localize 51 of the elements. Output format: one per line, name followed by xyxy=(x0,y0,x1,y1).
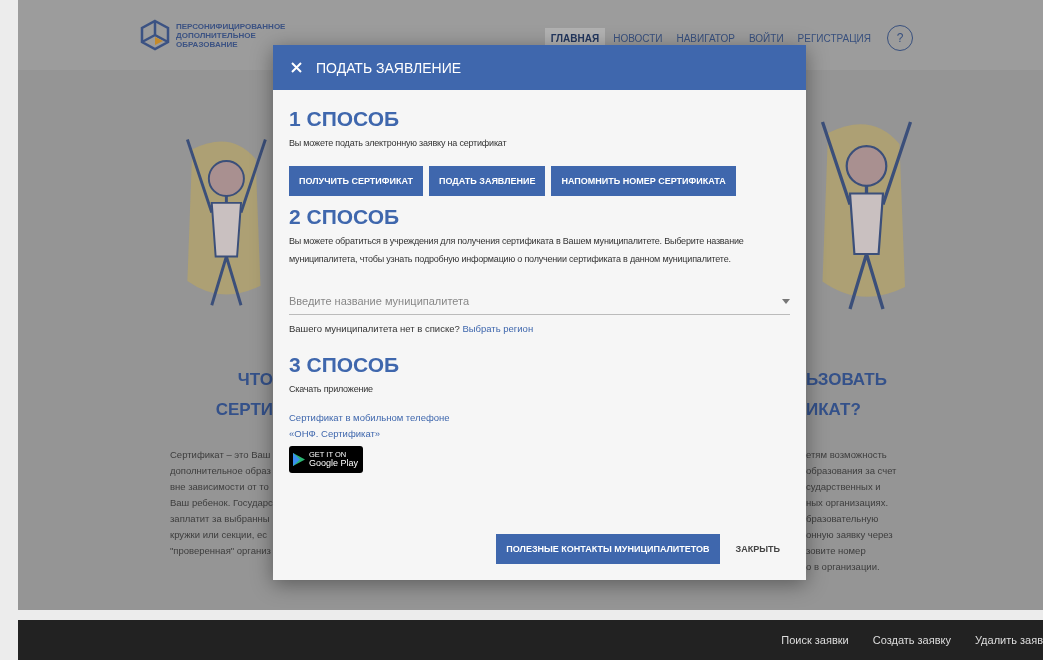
dropdown-caret-icon xyxy=(782,298,790,304)
action-button[interactable]: НАПОМНИТЬ НОМЕР СЕРТИФИКАТА xyxy=(551,166,736,196)
nav-link[interactable]: НОВОСТИ xyxy=(607,27,669,49)
logo-text: ДОПОЛНИТЕЛЬНОЕ xyxy=(176,30,256,40)
footer-link[interactable]: Удалить заяв xyxy=(975,634,1043,646)
paragraph-line: вне зависимости от то xyxy=(170,480,269,494)
paragraph-line: заплатит за выбранны xyxy=(170,512,270,526)
dialog-button[interactable]: ЗАКРЫТЬ xyxy=(725,534,790,564)
nav-link[interactable]: НАВИГАТОР xyxy=(670,27,741,49)
paragraph-line: бразовательную xyxy=(806,512,879,526)
nav-link[interactable]: ВОЙТИ xyxy=(742,27,790,49)
municipality-select[interactable]: Введите название муниципалитета xyxy=(289,288,790,315)
section-heading: ЧТО xyxy=(237,369,273,391)
missing-municipality-note: Вашего муниципалитета нет в списке? Выбрать регион xyxy=(289,323,535,334)
paragraph-line: образования за счет xyxy=(806,464,897,478)
choose-region-link[interactable]: Выбрать регион xyxy=(462,323,534,334)
method-heading: 1 СПОСОБ xyxy=(289,106,401,132)
method-heading: 3 СПОСОБ xyxy=(289,352,401,378)
logo-text: ПЕРСОНИФИЦИРОВАННОЕ xyxy=(176,21,286,31)
nav-link[interactable]: РЕГИСТРАЦИЯ xyxy=(791,27,877,49)
badge-store-name: Google Play xyxy=(309,458,359,468)
paragraph-line: дополнительное образ xyxy=(170,464,271,478)
app-link[interactable]: «ОНФ. Сертификат» xyxy=(289,426,790,442)
dialog-title: ПОДАТЬ ЗАЯВЛЕНИЕ xyxy=(316,59,462,76)
paragraph-line: онную заявку через xyxy=(806,528,893,542)
method-description: Вы можете подать электронную заявку на сертификат xyxy=(289,137,508,150)
paragraph-line: сударственных и xyxy=(806,480,881,494)
paragraph-line: зовите номер xyxy=(806,544,866,558)
paragraph-line: ных организациях. xyxy=(806,496,889,510)
paragraph-line: етям возможность xyxy=(806,448,887,462)
action-button[interactable]: ПОЛУЧИТЬ СЕРТИФИКАТ xyxy=(289,166,423,196)
method-description: Вы можете обратиться в учреждения для получения сертификата в Вашем муниципалитете. Выберите название муниципалитета, чтобы узнать подробную информацию о получении сертификата в данном муниципалитете. xyxy=(289,235,745,266)
paragraph-line: о в организации. xyxy=(806,560,880,574)
section-heading: ИКАТ? xyxy=(806,399,861,421)
dialog-button[interactable]: ПОЛЕЗНЫЕ КОНТАКТЫ МУНИЦИПАЛИТЕТОВ xyxy=(496,534,720,564)
play-triangle-icon xyxy=(293,453,305,466)
app-link[interactable]: Сертификат в мобильном телефоне xyxy=(289,410,790,426)
action-button[interactable]: ПОДАТЬ ЗАЯВЛЕНИЕ xyxy=(428,166,546,196)
paragraph-line: Ваш ребенок. Государс xyxy=(170,496,273,510)
footer-link[interactable]: Поиск заявки xyxy=(781,634,849,646)
paragraph-line: Сертификат – это Ваш xyxy=(170,448,271,462)
section-heading: СЕРТИ xyxy=(215,399,273,421)
paragraph-line: кружки или секции, ес xyxy=(170,528,267,542)
logo-text: ОБРАЗОВАНИЕ xyxy=(176,39,238,49)
method-description: Скачать приложение xyxy=(289,383,374,396)
paragraph-line: "проверенная" организ xyxy=(170,544,271,558)
method-heading: 2 СПОСОБ xyxy=(289,204,401,230)
close-icon[interactable] xyxy=(291,62,302,73)
footer-link[interactable]: Создать заявку xyxy=(872,634,951,646)
logo-icon xyxy=(140,19,170,51)
section-heading: ЬЗОВАТЬ xyxy=(806,369,887,391)
